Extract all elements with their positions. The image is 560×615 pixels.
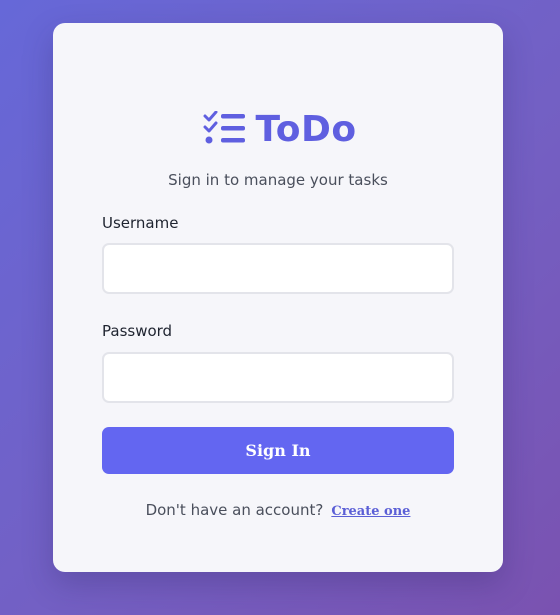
page-subtitle: Sign in to manage your tasks (168, 171, 388, 189)
task-list-icon (203, 111, 246, 144)
login-card: ToDo Sign in to manage your tasks Userna… (53, 23, 503, 572)
password-label: Password (102, 322, 173, 340)
signup-prompt-text: Don't have an account? (145, 501, 324, 519)
create-account-link[interactable]: Create one (331, 504, 410, 519)
username-label: Username (102, 214, 179, 232)
sign-in-button[interactable]: Sign In (102, 427, 454, 474)
password-input[interactable] (102, 352, 454, 403)
brand-header: ToDo (53, 105, 503, 153)
username-input[interactable] (102, 243, 454, 294)
signup-prompt: Don't have an account? Create one (53, 501, 503, 519)
brand-title: ToDo (255, 108, 357, 150)
